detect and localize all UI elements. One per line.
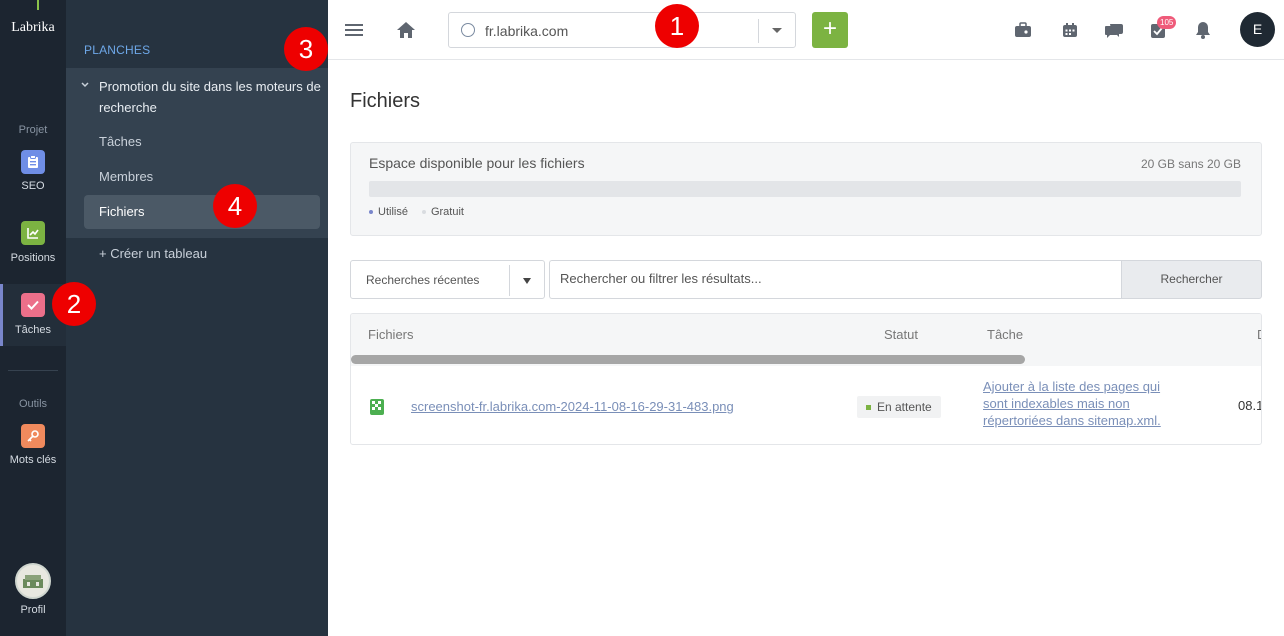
task-link[interactable]: Ajouter à la liste des pages qui sont in… — [983, 378, 1178, 429]
legend-free-dot — [421, 210, 426, 215]
add-button[interactable]: + — [812, 12, 848, 48]
sidebar-item-fichiers[interactable]: Fichiers — [84, 195, 320, 229]
caret-down-icon[interactable] — [523, 278, 531, 284]
site-selector[interactable]: fr.labrika.com — [448, 12, 796, 48]
horizontal-scrollbar[interactable] — [351, 355, 1025, 364]
key-icon — [21, 424, 45, 448]
create-board-link[interactable]: + Créer un tableau — [99, 246, 207, 261]
rail-group-project: Projet — [18, 124, 48, 136]
image-file-icon — [370, 399, 384, 415]
site-selector-value: fr.labrika.com — [485, 23, 569, 39]
marker-4: 4 — [213, 184, 257, 228]
file-link[interactable]: screenshot-fr.labrika.com-2024-11-08-16-… — [411, 399, 734, 414]
sidebar-item-taches[interactable]: Tâches — [84, 125, 320, 159]
briefcase-icon[interactable] — [1012, 20, 1034, 40]
app-logo[interactable]: Labrika — [0, 0, 66, 60]
legend-used-label: Utilisé — [378, 206, 408, 218]
home-icon[interactable] — [394, 18, 418, 42]
menu-icon[interactable] — [342, 18, 366, 42]
storage-amount: 20 GB sans 20 GB — [1140, 157, 1241, 171]
board-title[interactable]: Promotion du site dans les moteurs de re… — [99, 76, 324, 118]
caret-down-icon[interactable] — [772, 28, 782, 33]
check-icon — [21, 293, 45, 317]
marker-1: 1 — [655, 4, 699, 48]
boards-sidebar: PLANCHES Promotion du site dans les mote… — [66, 0, 328, 636]
files-table: Fichiers Statut Tâche D screenshot-fr.la… — [350, 313, 1262, 445]
storage-panel: Espace disponible pour les fichiers 20 G… — [350, 142, 1262, 236]
filter-field[interactable] — [549, 260, 1121, 299]
storage-progress-bar — [369, 181, 1241, 197]
rail-item-positions[interactable]: Positions — [0, 216, 66, 278]
legend-used-dot — [369, 210, 373, 215]
calendar-icon[interactable] — [1059, 20, 1081, 40]
column-header-task[interactable]: Tâche — [987, 327, 1023, 342]
rail-item-label: Positions — [10, 252, 56, 264]
search-button[interactable]: Rechercher — [1121, 260, 1262, 299]
notification-count-badge: 105 — [1157, 16, 1177, 29]
legend-free: Gratuit — [421, 206, 464, 218]
storage-label: Espace disponible pour les fichiers — [369, 155, 585, 171]
search-bar: Recherches récentes Rechercher — [350, 260, 1262, 300]
table-row: screenshot-fr.labrika.com-2024-11-08-16-… — [351, 366, 1262, 444]
chat-icon[interactable] — [1103, 20, 1125, 40]
sidebar-item-membres[interactable]: Membres — [84, 160, 320, 194]
site-selector-separator — [758, 19, 759, 43]
date-cell: 08.1 — [1238, 398, 1262, 413]
recent-searches-separator — [509, 265, 510, 296]
logo-accent — [37, 0, 39, 10]
logo-text: Labrika — [11, 20, 55, 35]
user-avatar[interactable]: E — [1240, 12, 1275, 47]
chevron-down-icon[interactable] — [81, 80, 89, 91]
bell-icon[interactable] — [1192, 20, 1214, 40]
status-badge: En attente — [857, 396, 941, 418]
column-header-status[interactable]: Statut — [884, 327, 918, 342]
sidebar-section-title: PLANCHES — [84, 43, 151, 57]
marker-2: 2 — [52, 282, 96, 326]
rail-item-label: Tâches — [14, 324, 52, 336]
column-header-date[interactable]: D — [1257, 327, 1261, 342]
rail-item-seo[interactable]: SEO — [0, 144, 66, 206]
page-title: Fichiers — [350, 90, 421, 112]
rail-item-label: SEO — [21, 180, 45, 192]
clipboard-icon — [21, 150, 45, 174]
marker-3: 3 — [284, 27, 328, 71]
recent-searches-dropdown[interactable]: Recherches récentes — [350, 260, 545, 299]
top-bar: fr.labrika.com + 105 E — [328, 0, 1284, 60]
legend-free-label: Gratuit — [430, 206, 464, 218]
chart-icon — [21, 221, 45, 245]
rail-item-label: Mots clés — [9, 454, 57, 466]
rail-divider — [8, 370, 58, 371]
rail-item-mots-cles[interactable]: Mots clés — [0, 418, 66, 480]
globe-icon — [461, 23, 475, 37]
column-header-files[interactable]: Fichiers — [368, 327, 414, 342]
profile-avatar[interactable] — [15, 563, 51, 599]
recent-searches-label: Recherches récentes — [366, 273, 480, 287]
board-group: Promotion du site dans les moteurs de re… — [66, 68, 328, 238]
profile-label[interactable]: Profil — [0, 604, 66, 616]
search-input[interactable] — [560, 271, 1100, 286]
storage-legend: Utilisé Gratuit — [369, 206, 464, 218]
table-header: Fichiers Statut Tâche D — [351, 314, 1261, 366]
rail-group-tools: Outils — [18, 398, 48, 410]
legend-used: Utilisé — [369, 206, 408, 218]
